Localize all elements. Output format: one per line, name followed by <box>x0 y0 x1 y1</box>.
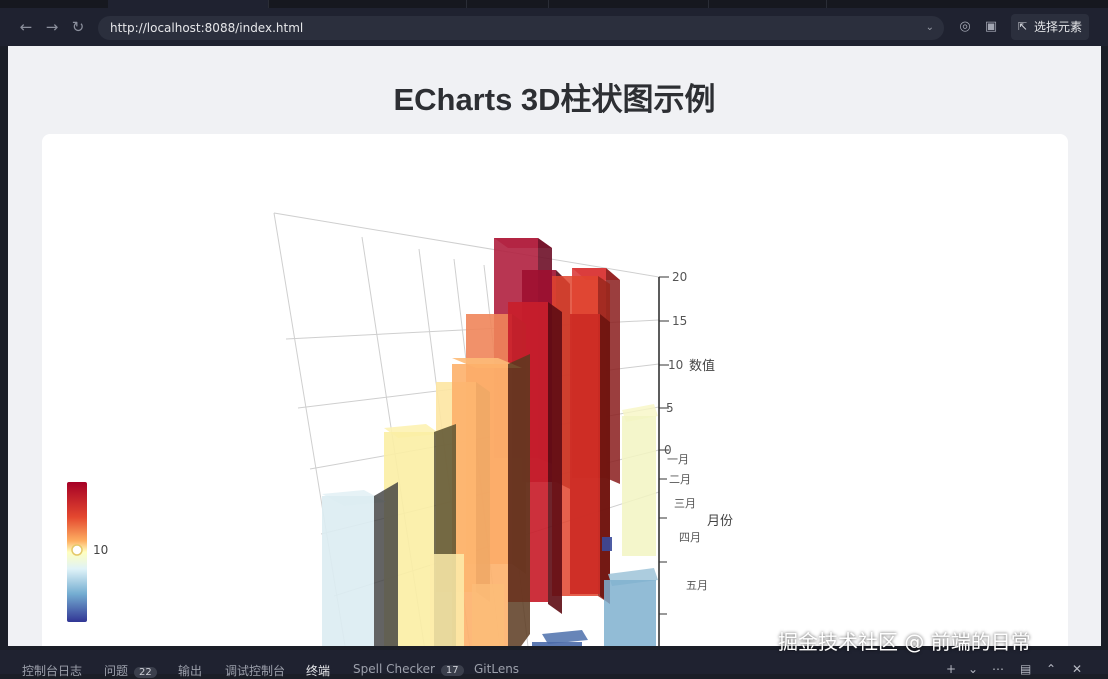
tab-segment[interactable] <box>826 0 1108 8</box>
bar[interactable] <box>322 482 398 646</box>
tab-label: 调试控制台 <box>225 664 286 678</box>
visual-map-label: 10 <box>93 543 108 557</box>
tab-label: 终端 <box>306 664 331 678</box>
url-text: http://localhost:8088/index.html <box>110 21 304 35</box>
bar[interactable] <box>472 584 504 646</box>
device-emulation-icon[interactable]: ▣ <box>982 18 1000 36</box>
watermark: 掘金技术社区 @ 前端的日常 <box>778 630 1031 654</box>
tab-segment[interactable] <box>548 0 709 8</box>
chevron-down-icon[interactable]: ⌄ <box>926 16 934 40</box>
y-axis-name: 月份 <box>707 514 733 529</box>
visual-map-handle[interactable] <box>71 544 83 556</box>
tab-segment[interactable] <box>0 0 109 8</box>
tab-label: 控制台日志 <box>22 664 83 678</box>
tab-segment[interactable] <box>466 0 549 8</box>
spell-count-badge: 17 <box>440 665 464 676</box>
y-axis: 一月 二月 三月 四月 五月 月份 <box>658 453 733 646</box>
chart-3d-bar[interactable]: 20 15 10 5 0 数值 一月 二月 三月 四月 五月 月份 10 <box>42 134 1068 646</box>
z-tick-label: 15 <box>672 314 687 328</box>
tracking-icon[interactable]: ◎ <box>956 18 974 36</box>
tab-segment[interactable] <box>268 0 467 8</box>
top-tab-strip <box>0 0 1108 8</box>
cursor-pick-icon: ⇱ <box>1018 20 1028 33</box>
z-tick-label: 10 <box>668 358 683 372</box>
visual-map[interactable]: 10 <box>67 482 108 622</box>
y-tick-label: 五月 <box>686 579 708 592</box>
y-tick-label: 四月 <box>679 531 701 544</box>
y-tick-label: 一月 <box>667 453 689 466</box>
z-axis-name: 数值 <box>689 358 715 374</box>
tab-output[interactable]: 输出 <box>178 662 202 679</box>
address-bar[interactable]: http://localhost:8088/index.html ⌄ <box>98 16 944 40</box>
bar-series <box>322 238 658 646</box>
forward-arrow-icon[interactable]: → <box>42 17 62 37</box>
tab-segment[interactable] <box>108 0 269 8</box>
browser-toolbar: ← → ↻ http://localhost:8088/index.html ⌄… <box>0 8 1108 46</box>
page-viewport: ECharts 3D柱状图示例 20 15 10 5 0 数值 一月 二月 三月… <box>8 46 1101 646</box>
tab-debug-console[interactable]: 调试控制台 <box>225 662 285 679</box>
bar[interactable] <box>430 554 464 646</box>
tab-terminal[interactable]: 终端 <box>306 662 330 679</box>
bar[interactable] <box>604 568 658 646</box>
tab-console-log[interactable]: 控制台日志 <box>22 662 82 679</box>
z-tick-label: 5 <box>666 401 674 415</box>
z-tick-label: 20 <box>672 270 687 284</box>
back-arrow-icon[interactable]: ← <box>16 17 36 37</box>
z-axis: 20 15 10 5 0 数值 <box>658 270 715 457</box>
pick-element-button[interactable]: ⇱ 选择元素 <box>1011 14 1089 40</box>
y-tick-label: 二月 <box>669 473 691 486</box>
y-tick-label: 三月 <box>674 497 696 510</box>
tab-label: 输出 <box>178 664 203 678</box>
reload-icon[interactable]: ↻ <box>68 17 88 37</box>
bar[interactable] <box>570 314 610 604</box>
chart-card: 20 15 10 5 0 数值 一月 二月 三月 四月 五月 月份 10 <box>42 134 1068 646</box>
tab-problems[interactable]: 问题 22 <box>104 662 157 679</box>
tab-segment[interactable] <box>708 0 827 8</box>
bar[interactable] <box>532 630 588 646</box>
problems-count-badge: 22 <box>134 667 157 678</box>
pick-element-label: 选择元素 <box>1034 20 1083 34</box>
bar[interactable] <box>602 537 612 551</box>
page-title: ECharts 3D柱状图示例 <box>393 82 716 117</box>
bar[interactable] <box>622 404 658 556</box>
tab-label: 问题 <box>104 664 129 678</box>
